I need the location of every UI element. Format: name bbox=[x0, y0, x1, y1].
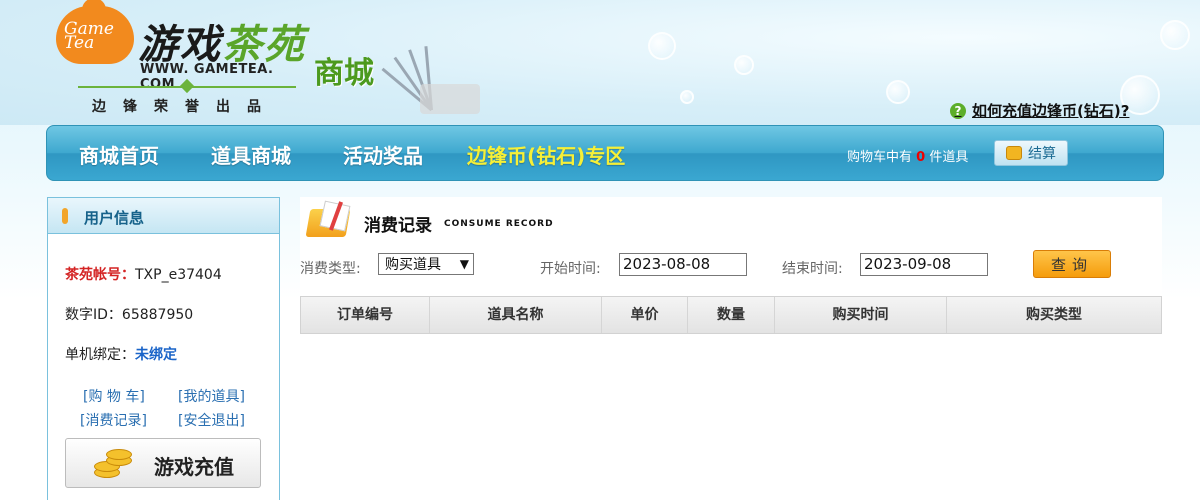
type-label: 消费类型: bbox=[300, 261, 361, 277]
decor-bubble bbox=[1160, 20, 1190, 50]
col-item-name: 道具名称 bbox=[430, 297, 602, 333]
query-button[interactable]: 查询 bbox=[1033, 250, 1111, 278]
bind-value: 未绑定 bbox=[135, 347, 177, 363]
gold-coins-icon bbox=[92, 447, 132, 481]
user-info-title: 用户信息 bbox=[84, 209, 145, 227]
user-info-header: 用户信息 bbox=[48, 198, 279, 234]
cart-link[interactable]: [购 物 车] bbox=[83, 386, 145, 406]
consume-type-value: 购买道具 bbox=[385, 257, 441, 273]
col-purchase-type: 购买类型 bbox=[1026, 307, 1082, 323]
end-time-input[interactable]: 2023-09-08 bbox=[860, 253, 988, 276]
nav-item-diamond-zone[interactable]: 边锋币(钻石)专区 bbox=[467, 140, 625, 169]
teapot-icon: Game Tea bbox=[56, 0, 134, 64]
record-folder-icon bbox=[304, 200, 354, 243]
decor-bubble bbox=[734, 55, 754, 75]
logo-title-part-a: 游戏 bbox=[138, 21, 222, 68]
coin bbox=[106, 449, 132, 460]
mall-label: 商城 bbox=[314, 56, 374, 91]
section-subtitle: CONSUME RECORD bbox=[444, 219, 554, 229]
consume-record-panel: 消费记录 CONSUME RECORD 消费类型: 购买道具 ▼ 开始时间: 2… bbox=[300, 197, 1162, 500]
site-logo[interactable]: Game Tea 游戏茶苑 WWW. GAMETEA. COM 边锋荣誉出品 bbox=[56, 0, 306, 116]
bind-row: 单机绑定：未绑定 bbox=[65, 344, 177, 364]
main-nav: 商城首页 道具商城 活动奖品 边锋币(钻石)专区 购物车中有 0 件道具 结算 bbox=[46, 125, 1164, 181]
recharge-label: 游戏充值 bbox=[154, 455, 234, 479]
start-time-label: 开始时间: bbox=[540, 261, 601, 277]
page-header: Game Tea 游戏茶苑 WWW. GAMETEA. COM 边锋荣誉出品 商… bbox=[0, 0, 1200, 125]
logo-pot-text: Game Tea bbox=[64, 19, 114, 53]
col-order-id: 订单编号 bbox=[301, 297, 430, 333]
end-time-label: 结束时间: bbox=[782, 261, 843, 277]
logo-title-part-b: 茶苑 bbox=[222, 21, 306, 68]
cart-count: 0 bbox=[916, 150, 926, 165]
nav-item-item-mall[interactable]: 道具商城 bbox=[211, 140, 291, 169]
account-value: TXP_e37404 bbox=[135, 267, 222, 283]
header-marker-icon bbox=[62, 208, 68, 224]
id-row: 数字ID：65887950 bbox=[65, 304, 193, 324]
record-table-header: 订单编号 道具名称 单价 数量 购买时间 购买类型 bbox=[300, 296, 1162, 334]
account-row: 茶苑帐号：TXP_e37404 bbox=[65, 264, 222, 284]
nav-item-event-prizes[interactable]: 活动奖品 bbox=[343, 140, 423, 169]
decor-bubble bbox=[886, 80, 910, 104]
decor-bubble bbox=[648, 32, 676, 60]
cart-prefix: 购物车中有 bbox=[847, 150, 913, 165]
recharge-help-link[interactable]: ? 如何充值边锋币(钻石)? bbox=[950, 100, 1129, 121]
logout-link[interactable]: [安全退出] bbox=[178, 410, 245, 430]
fan-decoration-icon bbox=[380, 40, 490, 120]
section-title: 消费记录 bbox=[364, 216, 432, 236]
question-icon: ? bbox=[950, 102, 966, 119]
checkout-button[interactable]: 结算 bbox=[994, 140, 1068, 166]
start-time-input[interactable]: 2023-08-08 bbox=[619, 253, 747, 276]
my-items-link[interactable]: [我的道具] bbox=[178, 386, 245, 406]
chevron-down-icon: ▼ bbox=[459, 257, 469, 271]
game-recharge-button[interactable]: 游戏充值 bbox=[65, 438, 261, 488]
go-board-icon bbox=[420, 84, 480, 114]
account-label: 茶苑帐号： bbox=[65, 267, 135, 283]
user-info-panel: 用户信息 茶苑帐号：TXP_e37404 数字ID：65887950 单机绑定：… bbox=[47, 197, 280, 500]
consume-record-link[interactable]: [消费记录] bbox=[80, 410, 147, 430]
recharge-help-text: 如何充值边锋币(钻石)? bbox=[972, 102, 1130, 120]
id-label: 数字ID： bbox=[65, 307, 122, 323]
col-quantity: 数量 bbox=[688, 297, 775, 333]
coins-icon bbox=[1006, 146, 1022, 160]
cart-suffix: 件道具 bbox=[929, 150, 969, 165]
checkout-label: 结算 bbox=[1028, 146, 1056, 162]
logo-subtitle: 边锋荣誉出品 bbox=[92, 99, 278, 115]
section-banner: 消费记录 CONSUME RECORD bbox=[300, 197, 620, 245]
id-value: 65887950 bbox=[121, 307, 194, 323]
bind-label: 单机绑定： bbox=[65, 347, 135, 363]
nav-item-home[interactable]: 商城首页 bbox=[79, 140, 159, 169]
decor-bubble bbox=[680, 90, 694, 104]
col-unit-price: 单价 bbox=[602, 297, 688, 333]
cart-summary: 购物车中有 0 件道具 bbox=[847, 146, 968, 165]
consume-type-select[interactable]: 购买道具 ▼ bbox=[378, 253, 474, 275]
col-purchase-time: 购买时间 bbox=[775, 297, 947, 333]
